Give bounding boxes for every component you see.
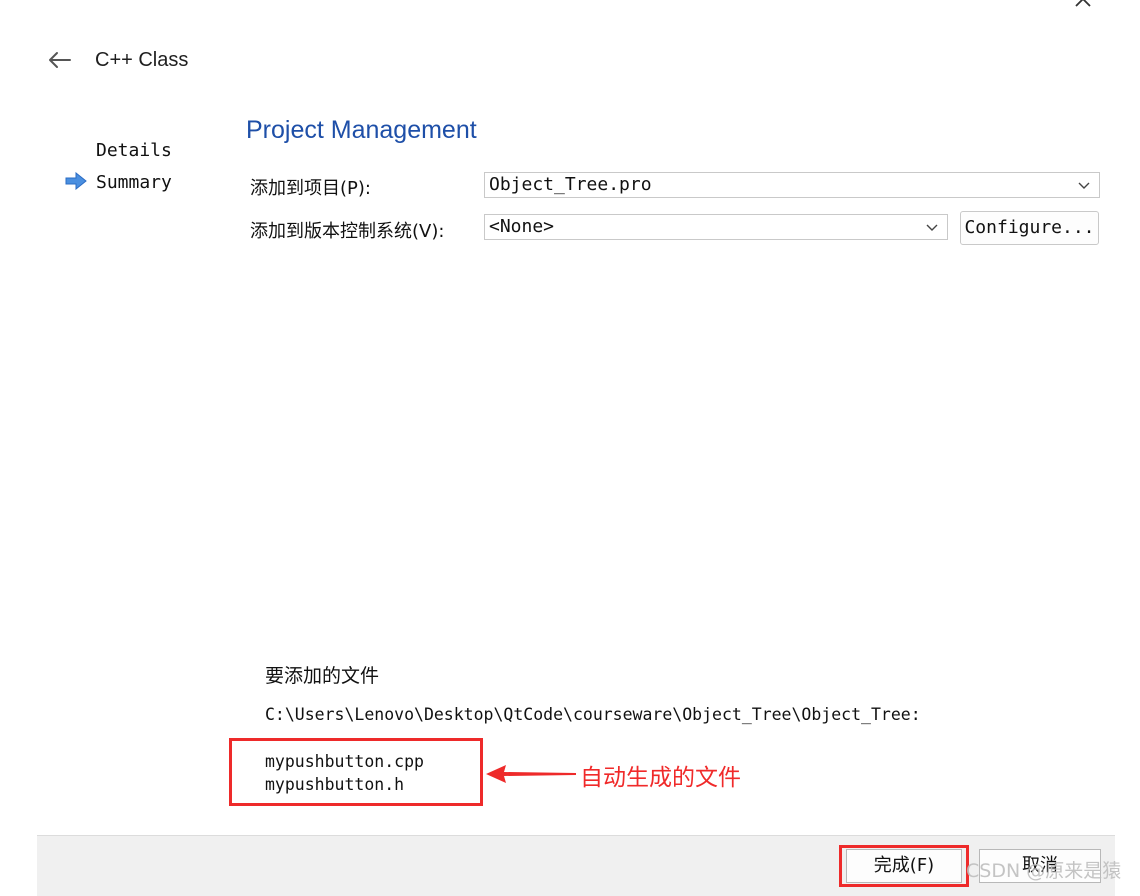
files-heading: 要添加的文件 <box>265 665 380 687</box>
project-select-value: Object_Tree.pro <box>489 174 652 195</box>
configure-button[interactable]: Configure... <box>960 211 1099 245</box>
window-title: C++ Class <box>95 49 189 71</box>
chevron-down-icon <box>926 224 938 231</box>
files-path: C:\Users\Lenovo\Desktop\QtCode\coursewar… <box>265 705 921 724</box>
add-to-project-label: 添加到项目(P): <box>250 178 371 199</box>
step-details: Details <box>96 140 172 161</box>
section-title: Project Management <box>246 116 477 144</box>
watermark: CSDN @原来是猿 <box>966 860 1122 882</box>
add-to-vcs-label: 添加到版本控制系统(V): <box>250 221 445 242</box>
close-icon[interactable] <box>1070 0 1096 16</box>
step-summary: Summary <box>96 172 172 193</box>
arrow-right-icon <box>65 172 87 190</box>
chevron-down-icon <box>1078 182 1090 189</box>
annotation-text: 自动生成的文件 <box>580 765 741 791</box>
finish-highlight-box <box>839 845 969 887</box>
files-highlight-box <box>229 738 483 806</box>
back-arrow-icon[interactable] <box>46 50 72 70</box>
project-select[interactable]: Object_Tree.pro <box>484 172 1100 198</box>
annotation-arrow-icon <box>486 765 576 783</box>
vcs-select-value: <None> <box>489 216 555 237</box>
vcs-select[interactable]: <None> <box>484 214 948 240</box>
